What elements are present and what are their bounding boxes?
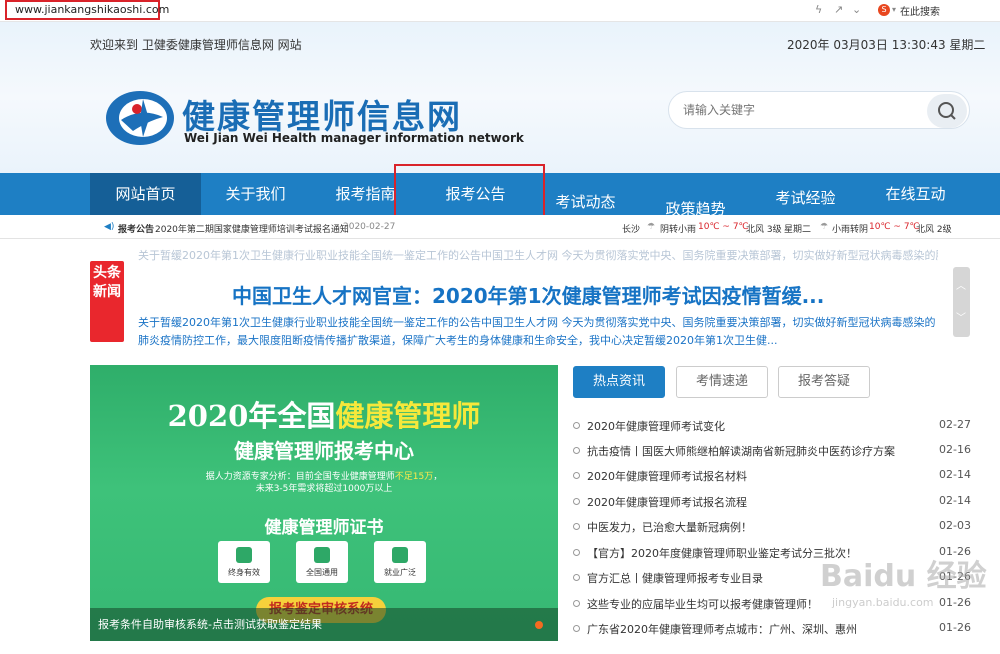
site-logo-icon[interactable] [103, 87, 178, 147]
speaker-icon: ◀) [104, 222, 115, 232]
feature-card: 终身有效 [218, 541, 270, 583]
feature-card: 就业广泛 [374, 541, 426, 583]
tab-hot-news[interactable]: 热点资讯 [573, 366, 665, 398]
share-icon[interactable]: ↗ [834, 3, 843, 16]
weather-city: 长沙 [622, 225, 641, 235]
banner-title: 2020年全国健康管理师 [167, 399, 481, 433]
banner-cert-title: 健康管理师证书 [264, 518, 384, 538]
nav-about[interactable]: 关于我们 [200, 173, 311, 215]
news-item[interactable]: 广东省2020年健康管理师考点城市：广州、深圳、惠州 01-26 [573, 621, 971, 639]
bullet-icon [573, 523, 580, 530]
welcome-text: 欢迎来到 卫健委健康管理师信息网 网站 [90, 38, 302, 52]
weather-day: 星期二 [784, 225, 812, 235]
layers-icon [236, 547, 252, 563]
chevron-down-icon[interactable]: ⌄ [852, 3, 861, 16]
browser-search-box[interactable]: 在此搜索 [900, 3, 940, 18]
bullet-icon [573, 625, 580, 632]
scrolling-text-fragment: 关于暂缓2020年第1次卫生健康行业职业技能全国统一鉴定工作的公告中国卫生人才网… [138, 249, 938, 261]
weather-desc: 阴转小雨 [660, 225, 697, 235]
nav-home[interactable]: 网站首页 [90, 173, 201, 215]
rain-icon: ☂ [647, 222, 656, 232]
weather-temp: 10℃ ~ 7℃ [698, 222, 749, 232]
baidu-watermark: Baidu 经验 [820, 559, 987, 594]
bullet-icon [573, 498, 580, 505]
headline-summary[interactable]: 关于暂缓2020年第1次卫生健康行业职业技能全国统一鉴定工作的公告中国卫生人才网… [138, 314, 938, 350]
lightning-icon[interactable]: ϟ [815, 3, 822, 16]
bullet-icon [573, 574, 580, 581]
weather-desc: 小雨转阴 [832, 225, 869, 235]
news-item[interactable]: 2020年健康管理师考试报名材料 02-14 [573, 468, 971, 486]
search-button[interactable] [927, 94, 967, 128]
weather-wind: 北风 3级 [746, 225, 782, 235]
banner-note: 据人力资源专家分析：目前全国专业健康管理师不足15万， 未来3-5年需求将超过10… [205, 472, 443, 494]
bullet-icon [573, 549, 580, 556]
headline-title[interactable]: 中国卫生人才网官宣：2020年第1次健康管理师考试因疫情暂缓... [232, 280, 824, 309]
grid-icon [314, 547, 330, 563]
bullet-icon [573, 600, 580, 607]
bullet-icon [573, 422, 580, 429]
weather-temp: 10℃ ~ 7℃ [869, 222, 920, 232]
news-item[interactable]: 中医发力，已治愈大量新冠病例！ 02-03 [573, 519, 971, 537]
news-item[interactable]: 2020年健康管理师考试变化 02-27 [573, 418, 971, 436]
chevron-down-icon[interactable]: ▾ [892, 5, 896, 14]
headline-badge: 头条新闻 [90, 261, 124, 342]
ticker-date: 2020-02-27 [343, 222, 396, 232]
site-title-english: Wei Jian Wei Health manager information … [184, 131, 524, 145]
news-item[interactable]: 2020年健康管理师考试报名流程 02-14 [573, 494, 971, 512]
ticker-text[interactable]: 2020年第二期国家健康管理师培训考试报名通知 [155, 222, 349, 235]
feature-card: 全国通用 [296, 541, 348, 583]
promo-banner[interactable]: 2020年全国健康管理师 健康管理师报考中心 据人力资源专家分析：目前全国专业健… [90, 365, 558, 641]
highlight-box [394, 164, 545, 218]
shield-icon [392, 547, 408, 563]
tab-exam-updates[interactable]: 考情速递 [676, 366, 768, 398]
news-item[interactable]: 抗击疫情丨国医大师熊继柏解读湖南省新冠肺炎中医药诊疗方案 02-16 [573, 443, 971, 461]
weather-wind: 北风 2级 [916, 225, 952, 235]
site-search [668, 91, 970, 129]
chevron-down-icon[interactable]: ﹀ [956, 309, 966, 324]
nav-experience[interactable]: 考试经验 [750, 177, 861, 219]
chevron-up-icon[interactable]: ︿ [956, 277, 966, 292]
bullet-icon [573, 447, 580, 454]
search-input[interactable] [681, 101, 911, 119]
tab-faq[interactable]: 报考答疑 [778, 366, 870, 398]
nav-interaction[interactable]: 在线互动 [860, 173, 971, 215]
datetime: 2020年 03月03日 13:30:43 星期二 [787, 38, 986, 52]
address-bar[interactable]: www.jiankangshikaoshi.com [5, 0, 169, 20]
banner-caption[interactable]: 报考条件自助审核系统-点击测试获取鉴定结果 [90, 608, 558, 641]
bullet-icon [573, 472, 580, 479]
headline-scroller[interactable]: ︿ ﹀ [953, 267, 970, 337]
rain-icon: ☂ [820, 222, 829, 232]
baidu-watermark-url: jingyan.baidu.com [832, 596, 934, 609]
carousel-dot[interactable] [535, 621, 543, 629]
search-icon [938, 102, 956, 120]
banner-subtitle: 健康管理师报考中心 [234, 439, 414, 463]
search-engine-icon[interactable]: S [878, 4, 890, 16]
ticker-label: 报考公告 [118, 225, 155, 235]
